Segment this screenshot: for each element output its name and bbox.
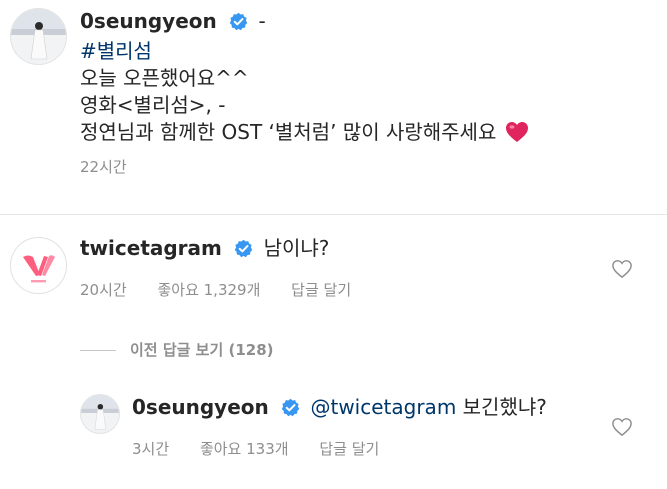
comment-text: 남이냐? — [263, 236, 330, 260]
verified-badge-icon — [234, 238, 253, 265]
replies-divider-line — [80, 350, 116, 351]
avatar[interactable] — [10, 237, 67, 294]
reply-button[interactable]: 답글 달기 — [291, 281, 351, 299]
profile-photo-icon — [11, 9, 66, 60]
view-previous-replies-button[interactable]: 이전 답글 보기 (128) — [80, 339, 274, 360]
red-heart-emoji-icon — [505, 121, 529, 150]
view-replies-label: 이전 답글 보기 (128) — [130, 341, 274, 359]
comment-username[interactable]: twicetagram — [80, 236, 222, 260]
hashtag-link[interactable]: #별리섬 — [80, 39, 152, 63]
twice-logo-icon — [23, 255, 55, 283]
post-caption: 0seungyeon - #별리섬 오늘 오픈했어요^^ 영화<별리섬>, - … — [0, 0, 667, 214]
heart-outline-icon — [612, 260, 632, 279]
comment-likes[interactable]: 좋아요 1,329개 — [157, 281, 260, 299]
verified-badge-icon — [281, 397, 300, 424]
avatar[interactable] — [80, 394, 120, 434]
caption-line: 영화<별리섬>, - — [80, 93, 226, 117]
caption-dash: - — [258, 9, 266, 33]
reply-text: 보긴했냐? — [462, 395, 547, 419]
profile-photo-icon — [81, 395, 119, 430]
comment-like-button[interactable] — [611, 259, 633, 283]
caption-username[interactable]: 0seungyeon — [80, 9, 217, 33]
reply-username[interactable]: 0seungyeon — [132, 395, 269, 419]
reply-like-button[interactable] — [611, 417, 633, 441]
heart-outline-icon — [612, 418, 632, 437]
mention-link[interactable]: @twicetagram — [310, 395, 456, 419]
comment: twicetagram 남이냐? 20시간 좋아요 1,329개 답글 달기 — [0, 231, 667, 311]
reply-likes[interactable]: 좋아요 133개 — [200, 440, 289, 458]
reply-timestamp[interactable]: 3시간 — [132, 440, 169, 458]
divider — [0, 214, 667, 215]
caption-line: 정연님과 함께한 OST ‘별처럼’ 많이 사랑해주세요 — [80, 120, 497, 144]
caption-timestamp[interactable]: 22시간 — [80, 156, 647, 177]
verified-badge-icon — [229, 11, 248, 38]
comment-timestamp[interactable]: 20시간 — [80, 281, 127, 299]
caption-line: 오늘 오픈했어요^^ — [80, 66, 249, 90]
avatar[interactable] — [10, 8, 67, 65]
reply-comment: 0seungyeon @twicetagram 보긴했냐? 3시간 좋아요 13… — [0, 390, 667, 480]
reply-button[interactable]: 답글 달기 — [319, 440, 379, 458]
